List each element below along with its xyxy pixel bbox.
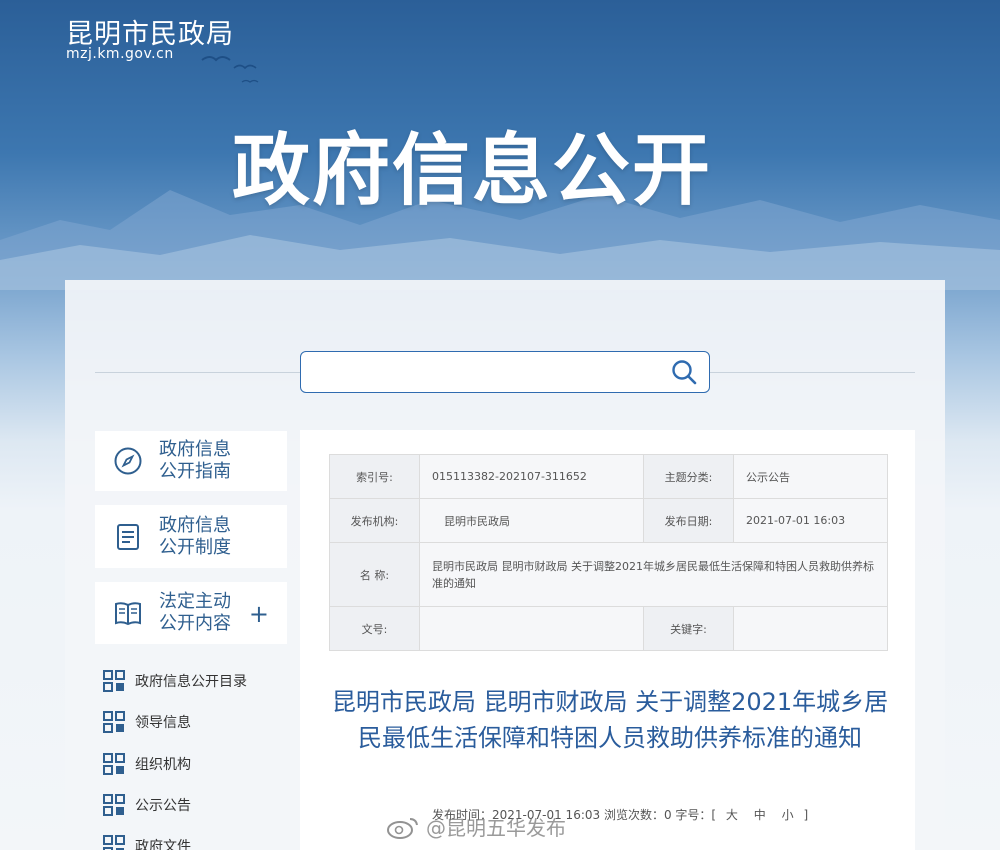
search-icon[interactable] — [671, 359, 697, 385]
meta-value: 015113382-202107-311652 — [419, 454, 644, 499]
sidebar-card-label: 政府信息 公开指南 — [159, 439, 231, 482]
font-size-medium-button[interactable]: 中 — [754, 808, 766, 822]
watermark-text: @昆明五华发布 — [426, 816, 566, 840]
sidebar-item-documents[interactable]: 政府文件 — [103, 834, 191, 850]
font-size-large-button[interactable]: 大 — [726, 808, 738, 822]
sidebar-item-catalog[interactable]: 政府信息公开目录 — [103, 669, 247, 693]
meta-key: 文号: — [329, 606, 420, 651]
meta-key: 主题分类: — [643, 454, 734, 499]
sidebar-card-label: 法定主动 公开内容 — [159, 591, 231, 634]
meta-value: 昆明市民政局 — [419, 498, 644, 543]
search-input[interactable] — [301, 352, 651, 390]
font-size-small-button[interactable]: 小 — [782, 808, 794, 822]
hero-title: 政府信息公开 — [232, 126, 713, 216]
grid-icon — [103, 711, 125, 733]
grid-icon — [103, 835, 125, 850]
site-url[interactable]: mzj.km.gov.cn — [66, 46, 174, 62]
meta-key: 关键字: — [643, 606, 734, 651]
birds-icon — [201, 56, 259, 83]
meta-key: 索引号: — [329, 454, 420, 499]
sidebar-item-label: 政府信息公开目录 — [135, 674, 247, 690]
search-box[interactable] — [300, 351, 710, 393]
sidebar-item-label: 领导信息 — [135, 715, 191, 731]
sidebar-card-label: 政府信息 公开制度 — [159, 514, 231, 558]
sidebar-card-guide[interactable]: 政府信息 公开指南 — [95, 431, 287, 491]
grid-icon — [103, 794, 125, 816]
grid-icon — [103, 753, 125, 775]
sidebar-item-label: 政府文件 — [135, 839, 191, 850]
weibo-watermark: @昆明五华发布 — [386, 812, 566, 841]
sidebar-card-statutory[interactable]: 法定主动 公开内容 + — [95, 582, 287, 644]
meta-key: 发布机构: — [329, 498, 420, 543]
meta-value — [419, 606, 644, 651]
expand-plus-icon[interactable]: + — [249, 600, 269, 628]
sidebar-item-leaders[interactable]: 领导信息 — [103, 710, 191, 734]
article-title: 昆明市民政局 昆明市财政局 关于调整2021年城乡居民最低生活保障和特困人员救助… — [331, 688, 889, 752]
grid-icon — [103, 670, 125, 692]
meta-key: 名 称: — [329, 542, 420, 607]
meta-value — [733, 606, 888, 651]
meta-table: 索引号: 015113382-202107-311652 主题分类: 公示公告 … — [329, 454, 888, 651]
sidebar-item-organization[interactable]: 组织机构 — [103, 752, 191, 776]
header-banner: 昆明市民政局 mzj.km.gov.cn 政府信息公开 — [0, 0, 1000, 290]
publish-bracket: ] — [803, 808, 809, 822]
compass-icon — [114, 447, 142, 475]
sidebar-card-policy[interactable]: 政府信息 公开制度 — [95, 505, 287, 568]
meta-value: 公示公告 — [733, 454, 888, 499]
document-icon — [117, 523, 139, 550]
sidebar-item-notices[interactable]: 公示公告 — [103, 793, 191, 817]
meta-value: 昆明市民政局 昆明市财政局 关于调整2021年城乡居民最低生活保障和特困人员救助… — [419, 542, 888, 607]
meta-key: 发布日期: — [643, 498, 734, 543]
weibo-icon — [387, 817, 418, 839]
book-icon — [115, 602, 141, 626]
meta-value: 2021-07-01 16:03 — [733, 498, 888, 543]
sidebar-item-label: 组织机构 — [135, 757, 191, 773]
sidebar-item-label: 公示公告 — [135, 798, 191, 814]
